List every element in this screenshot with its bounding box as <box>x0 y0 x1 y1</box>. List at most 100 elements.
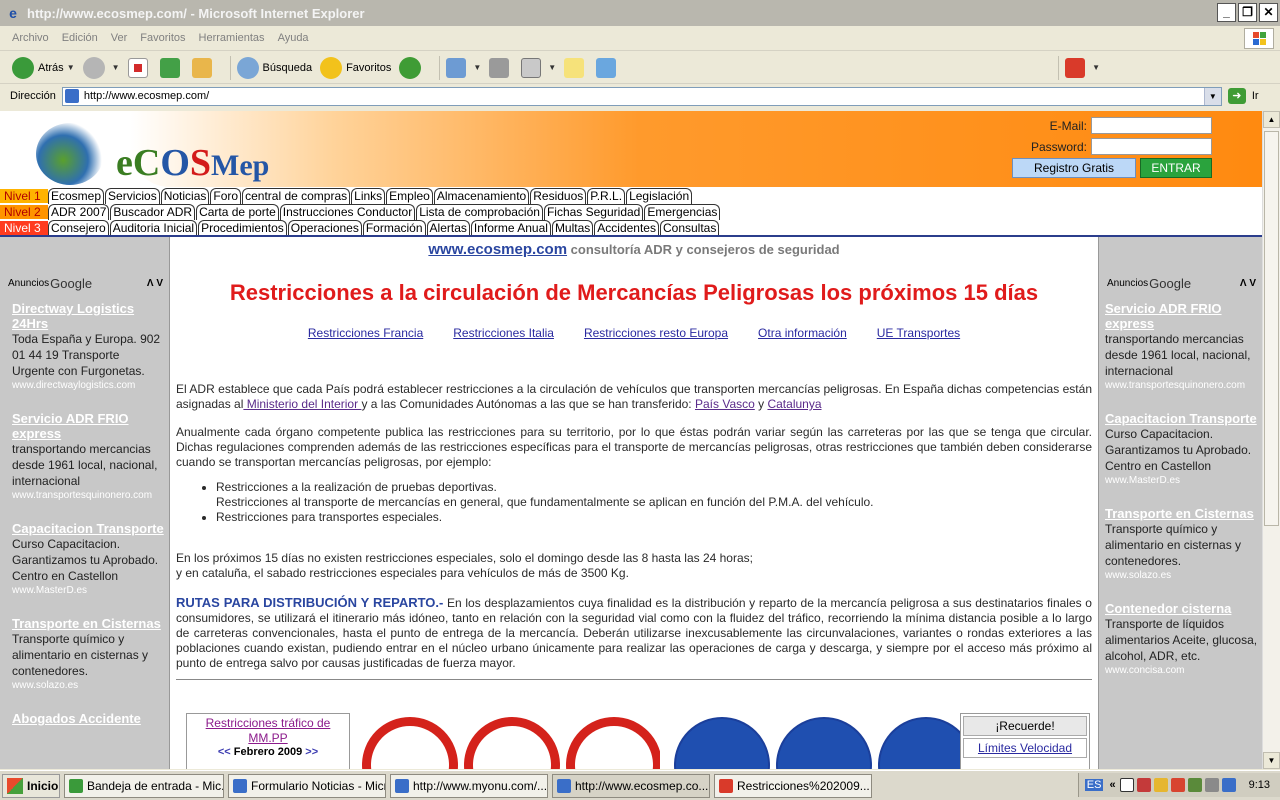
security-icon[interactable] <box>1153 778 1168 792</box>
site-logo[interactable]: eCOSMep <box>30 119 290 187</box>
back-button[interactable]: Atrás ▼ <box>12 56 75 79</box>
nav-item[interactable]: Servicios <box>105 188 160 204</box>
nav-item[interactable]: Lista de comprobación <box>416 204 543 220</box>
search-button[interactable]: Búsqueda <box>236 56 312 79</box>
nav-item[interactable]: Consejero <box>48 220 109 236</box>
ad-url[interactable]: www.concisa.com <box>1105 664 1258 678</box>
chevron-down-icon[interactable]: ▼ <box>112 63 120 72</box>
enter-button[interactable]: ENTRAR <box>1140 158 1212 178</box>
volume-icon[interactable] <box>1204 778 1219 792</box>
nav-item[interactable]: central de compras <box>242 188 351 204</box>
taskbar-item-noticias[interactable]: Formulario Noticias - Micr... <box>228 773 386 798</box>
calendar-title-link[interactable]: Restricciones tráfico de MM.PP <box>187 716 349 746</box>
taskbar-item-myonu[interactable]: http://www.myonu.com/... <box>390 773 548 798</box>
monitor-icon[interactable] <box>1221 778 1236 792</box>
ads-nav-arrows[interactable]: Λ V <box>147 278 163 289</box>
link-ue-transportes[interactable]: UE Transportes <box>877 326 960 340</box>
nav-item[interactable]: Emergencias <box>644 204 721 220</box>
menu-edicion[interactable]: Edición <box>62 32 98 44</box>
ad-title[interactable]: Contenedor cisterna <box>1105 601 1258 616</box>
nav-item[interactable]: Operaciones <box>287 220 362 236</box>
ad-title[interactable]: Servicio ADR FRIO express <box>12 411 165 441</box>
scroll-down-icon[interactable]: ▼ <box>1263 752 1280 769</box>
link-restricciones-francia[interactable]: Restricciones Francia <box>308 326 423 340</box>
nav-item[interactable]: Carta de porte <box>196 204 279 220</box>
nav-item[interactable]: Ecosmep <box>48 188 105 204</box>
ad-title[interactable]: Capacitacion Transporte <box>12 521 165 536</box>
ad-item[interactable]: Transporte en Cisternas Transporte quími… <box>0 610 169 693</box>
speed-limits-link[interactable]: Límites Velocidad <box>963 738 1087 758</box>
tray-expand-icon[interactable]: « <box>1109 779 1115 791</box>
mail-button[interactable]: ▼ <box>446 57 481 78</box>
password-field[interactable] <box>1091 138 1212 155</box>
ad-url[interactable]: www.directwaylogistics.com <box>12 379 165 393</box>
ad-title[interactable]: Directway Logistics 24Hrs <box>12 301 165 331</box>
nav-item[interactable]: Informe Anual <box>470 220 551 236</box>
address-input[interactable]: http://www.ecosmep.com/ ▼ <box>61 86 1222 106</box>
menu-favoritos[interactable]: Favoritos <box>140 32 185 44</box>
nav-item[interactable]: Procedimientos <box>198 220 287 236</box>
ad-title[interactable]: Transporte en Cisternas <box>12 616 165 631</box>
nav-item[interactable]: Consultas <box>659 220 720 236</box>
ad-title[interactable]: Abogados Accidente <box>12 711 165 726</box>
link-pais-vasco[interactable]: País Vasco <box>695 397 755 411</box>
history-button[interactable] <box>399 56 425 79</box>
ad-url[interactable]: www.MasterD.es <box>12 584 165 598</box>
chevron-down-icon[interactable]: ▼ <box>548 63 556 72</box>
nav-item[interactable]: Empleo <box>386 188 433 204</box>
menu-ayuda[interactable]: Ayuda <box>278 32 309 44</box>
nav-item[interactable]: Accidentes <box>594 220 659 236</box>
pdf-button[interactable]: ▼ <box>1065 57 1100 78</box>
nav-item[interactable]: Legislación <box>626 188 693 204</box>
taskbar-item-pdf[interactable]: Restricciones%202009... <box>714 773 872 798</box>
nav-item[interactable]: Buscador ADR <box>110 204 196 220</box>
ad-item[interactable]: Contenedor cisterna Transporte de líquid… <box>1099 595 1262 678</box>
favorites-button[interactable]: Favoritos <box>320 56 391 79</box>
nav-item[interactable]: Auditoria Inicial <box>109 220 198 236</box>
forward-button[interactable]: ▼ <box>82 56 120 79</box>
ad-item[interactable]: Directway Logistics 24Hrs Toda España y … <box>0 295 169 393</box>
ad-url[interactable]: www.solazo.es <box>12 679 165 693</box>
nav-item[interactable]: ADR 2007 <box>48 204 110 220</box>
ad-url[interactable]: www.transportesquinonero.com <box>1105 379 1258 393</box>
chevron-down-icon[interactable]: ▼ <box>1203 87 1221 105</box>
nav-item[interactable]: Alertas <box>426 220 470 236</box>
ad-title[interactable]: Capacitacion Transporte <box>1105 411 1258 426</box>
update-icon[interactable] <box>1170 778 1185 792</box>
link-catalunya[interactable]: Catalunya <box>767 397 821 411</box>
close-button[interactable]: ✕ <box>1259 3 1278 22</box>
ads-nav-arrows[interactable]: Λ V <box>1240 278 1256 289</box>
taskbar-item-outlook[interactable]: Bandeja de entrada - Mic... <box>64 773 224 798</box>
nav-item[interactable]: Instrucciones Conductor <box>279 204 416 220</box>
nav-item[interactable]: Links <box>351 188 386 204</box>
link-restricciones-italia[interactable]: Restricciones Italia <box>453 326 554 340</box>
ad-item[interactable]: Transporte en Cisternas Transporte quími… <box>1099 500 1262 583</box>
register-button[interactable]: Registro Gratis <box>1012 158 1136 178</box>
scroll-thumb[interactable] <box>1264 131 1279 526</box>
maximize-button[interactable]: ❐ <box>1238 3 1257 22</box>
ad-item[interactable]: Abogados Accidente <box>0 705 169 726</box>
chevron-down-icon[interactable]: ▼ <box>473 63 481 72</box>
calendar-prev-button[interactable]: << <box>218 746 231 758</box>
ad-item[interactable]: Capacitacion Transporte Curso Capacitaci… <box>1099 405 1262 488</box>
ad-url[interactable]: www.solazo.es <box>1105 569 1258 583</box>
link-otra-informacion[interactable]: Otra información <box>758 326 847 340</box>
menu-archivo[interactable]: Archivo <box>12 32 49 44</box>
nav-item[interactable]: Fichas Seguridad <box>543 204 644 220</box>
home-button[interactable] <box>191 57 216 78</box>
ad-url[interactable]: www.MasterD.es <box>1105 474 1258 488</box>
refresh-button[interactable] <box>159 57 184 78</box>
nav-item[interactable]: Foro <box>210 188 242 204</box>
ad-url[interactable]: www.transportesquinonero.com <box>12 489 165 503</box>
chevron-down-icon[interactable]: ▼ <box>1092 63 1100 72</box>
scroll-up-icon[interactable]: ▲ <box>1263 111 1280 128</box>
menu-herramientas[interactable]: Herramientas <box>199 32 265 44</box>
nav-item[interactable]: Multas <box>551 220 594 236</box>
minimize-button[interactable]: _ <box>1217 3 1236 22</box>
link-ministerio-interior[interactable]: Ministerio del Interior <box>243 397 361 411</box>
panda-icon[interactable] <box>1119 778 1134 792</box>
ad-title[interactable]: Transporte en Cisternas <box>1105 506 1258 521</box>
go-button[interactable]: ➜ Ir <box>1227 88 1259 104</box>
messenger-button[interactable] <box>596 57 620 78</box>
notes-button[interactable] <box>564 57 588 78</box>
